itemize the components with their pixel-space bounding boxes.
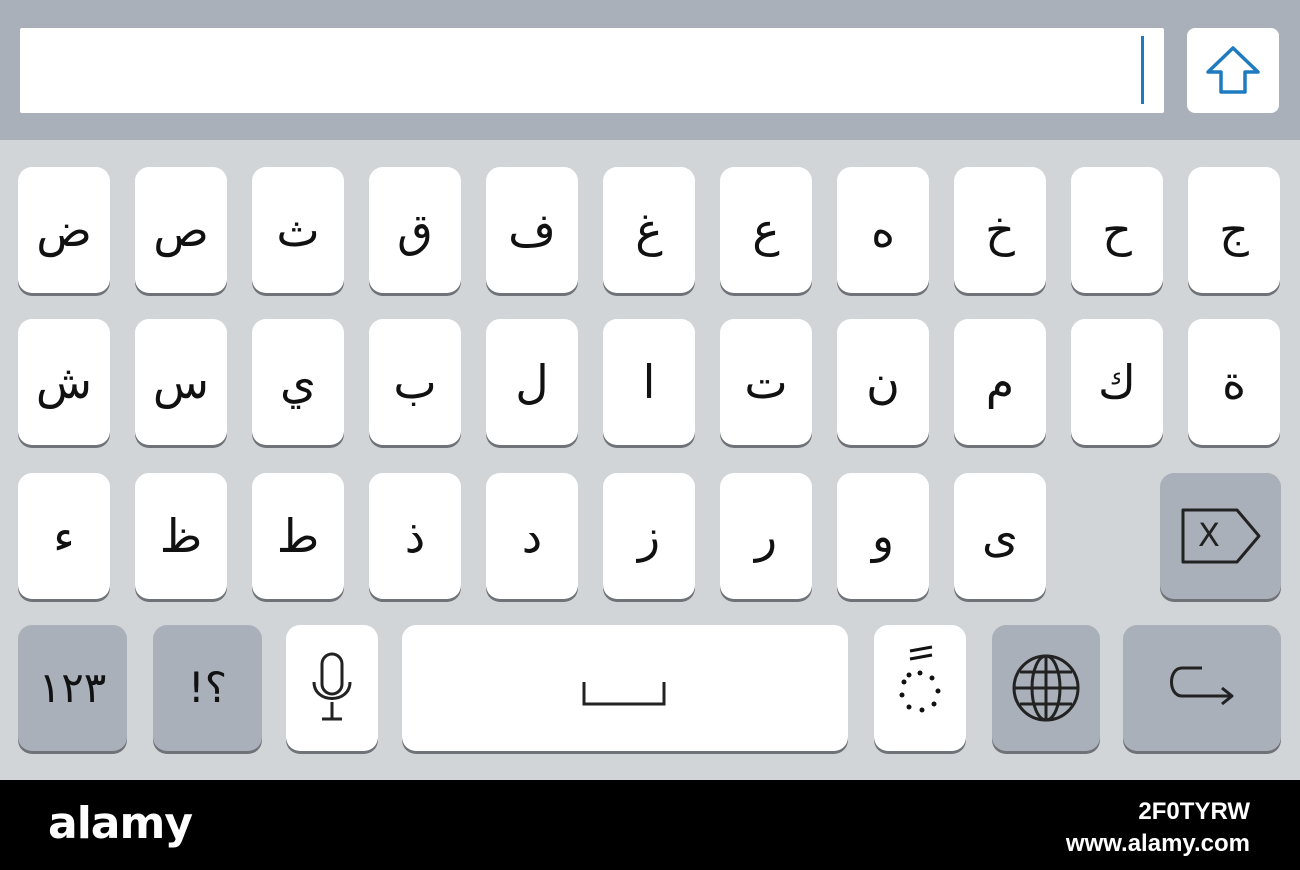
input-bar bbox=[0, 0, 1300, 140]
key-label: ف bbox=[508, 203, 556, 257]
key-label: ج bbox=[1219, 203, 1249, 257]
key-row3-5[interactable]: د bbox=[486, 473, 578, 599]
key-row3-2[interactable]: ظ bbox=[135, 473, 227, 599]
key-row3-8[interactable]: و bbox=[837, 473, 929, 599]
key-row1-11[interactable]: ج bbox=[1188, 167, 1280, 293]
key-row2-7[interactable]: ت bbox=[720, 319, 812, 445]
key-label: ر bbox=[754, 509, 778, 563]
key-row3-9[interactable]: ى bbox=[954, 473, 1046, 599]
key-label: ل bbox=[515, 355, 549, 409]
key-label: ة bbox=[1221, 355, 1247, 409]
backspace-icon: X bbox=[1181, 508, 1260, 564]
backspace-key[interactable]: X bbox=[1160, 473, 1281, 599]
globe-icon bbox=[1012, 654, 1080, 722]
key-row2-6[interactable]: ا bbox=[603, 319, 695, 445]
key-row1-3[interactable]: ث bbox=[252, 167, 344, 293]
image-code: 2F0TYRW bbox=[1138, 798, 1250, 825]
key-label: و bbox=[871, 509, 895, 563]
keyboard: ض ص ث ق ف غ ع ه خ ح ج ش س ي ب ل ا ت ن م … bbox=[0, 140, 1300, 780]
key-row2-11[interactable]: ة bbox=[1188, 319, 1280, 445]
punctuation-key-label: !؟ bbox=[187, 663, 228, 712]
key-label: ا bbox=[642, 355, 656, 409]
key-label: ط bbox=[276, 509, 320, 563]
key-label: ن bbox=[866, 355, 900, 409]
key-label: ي bbox=[279, 355, 316, 409]
diacritics-key[interactable] bbox=[874, 625, 966, 751]
microphone-icon bbox=[312, 652, 352, 721]
space-bar-icon bbox=[582, 682, 666, 706]
key-label: ى bbox=[981, 509, 1018, 563]
microphone-key[interactable] bbox=[286, 625, 378, 751]
key-row1-7[interactable]: ع bbox=[720, 167, 812, 293]
key-label: غ bbox=[635, 203, 663, 257]
site-url: www.alamy.com bbox=[1065, 830, 1250, 857]
brand-logo-text: alamy bbox=[48, 798, 193, 849]
key-row2-4[interactable]: ب bbox=[369, 319, 461, 445]
key-row1-1[interactable]: ض bbox=[18, 167, 110, 293]
return-key[interactable] bbox=[1123, 625, 1281, 751]
diacritic-mark-icon bbox=[899, 645, 941, 713]
key-label: ح bbox=[1102, 203, 1132, 257]
key-row2-8[interactable]: ن bbox=[837, 319, 929, 445]
shift-button[interactable] bbox=[1187, 28, 1279, 113]
key-row1-5[interactable]: ف bbox=[486, 167, 578, 293]
key-row1-8[interactable]: ه bbox=[837, 167, 929, 293]
key-row2-2[interactable]: س bbox=[135, 319, 227, 445]
key-label: خ bbox=[985, 203, 1015, 257]
key-label: ع bbox=[752, 203, 780, 257]
key-row1-2[interactable]: ص bbox=[135, 167, 227, 293]
key-label: ت bbox=[744, 355, 788, 409]
key-label: ذ bbox=[404, 509, 426, 563]
key-label: ص bbox=[153, 203, 209, 257]
key-label: ش bbox=[35, 355, 93, 409]
text-input-field[interactable] bbox=[20, 28, 1164, 113]
key-label: د bbox=[521, 509, 543, 563]
return-arrow-icon bbox=[1170, 666, 1234, 706]
key-row3-7[interactable]: ر bbox=[720, 473, 812, 599]
key-row3-4[interactable]: ذ bbox=[369, 473, 461, 599]
key-row2-5[interactable]: ل bbox=[486, 319, 578, 445]
key-label: م bbox=[985, 355, 1015, 409]
key-label: ب bbox=[393, 355, 437, 409]
watermark-footer: alamy 2F0TYRW www.alamy.com bbox=[0, 780, 1300, 870]
key-row3-6[interactable]: ز bbox=[603, 473, 695, 599]
key-label: ظ bbox=[159, 509, 203, 563]
key-label: ث bbox=[276, 203, 320, 257]
key-row2-1[interactable]: ش bbox=[18, 319, 110, 445]
numbers-key-label: ١٢٣ bbox=[38, 663, 107, 712]
key-row1-4[interactable]: ق bbox=[369, 167, 461, 293]
key-row2-9[interactable]: م bbox=[954, 319, 1046, 445]
space-key[interactable] bbox=[402, 625, 848, 751]
svg-text:X: X bbox=[1198, 516, 1220, 554]
key-label: ض bbox=[36, 203, 92, 257]
shift-arrow-icon bbox=[1206, 46, 1260, 94]
key-row1-9[interactable]: خ bbox=[954, 167, 1046, 293]
key-row1-10[interactable]: ح bbox=[1071, 167, 1163, 293]
punctuation-key[interactable]: !؟ bbox=[153, 625, 262, 751]
key-label: ك bbox=[1098, 355, 1136, 409]
key-label: ز bbox=[637, 509, 661, 563]
language-key[interactable] bbox=[992, 625, 1100, 751]
key-row1-6[interactable]: غ bbox=[603, 167, 695, 293]
key-label: س bbox=[152, 355, 210, 409]
key-row2-3[interactable]: ي bbox=[252, 319, 344, 445]
key-label: ق bbox=[397, 203, 433, 257]
numbers-key[interactable]: ١٢٣ bbox=[18, 625, 127, 751]
text-cursor bbox=[1141, 36, 1144, 104]
key-label: ه bbox=[870, 203, 896, 257]
key-row2-10[interactable]: ك bbox=[1071, 319, 1163, 445]
key-row3-1[interactable]: ء bbox=[18, 473, 110, 599]
key-label: ء bbox=[53, 509, 75, 563]
key-row3-3[interactable]: ط bbox=[252, 473, 344, 599]
